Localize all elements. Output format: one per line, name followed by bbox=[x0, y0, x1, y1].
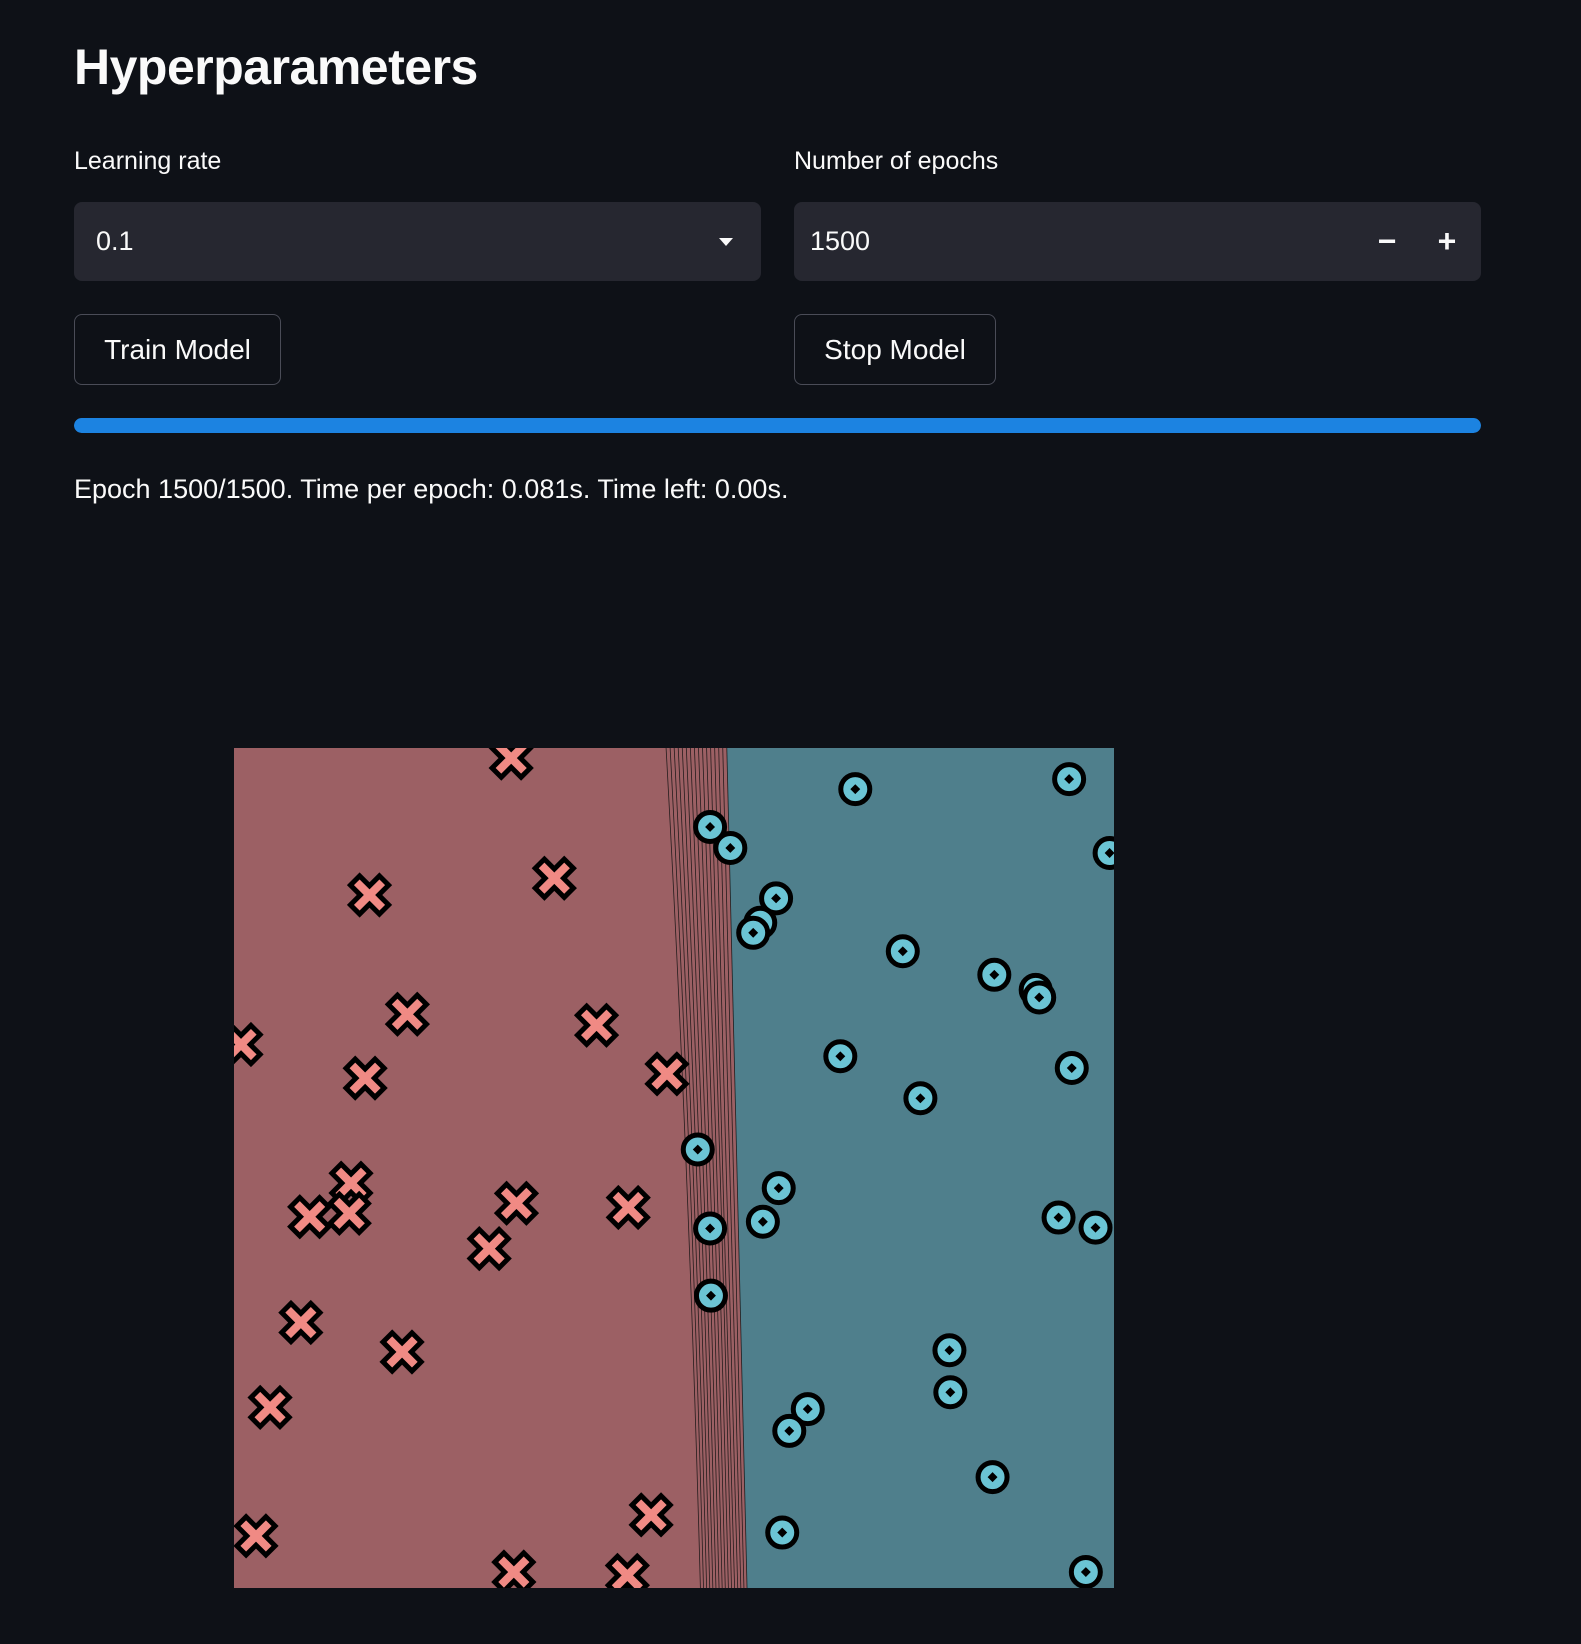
learning-rate-select[interactable]: 0.1 bbox=[74, 202, 761, 281]
learning-rate-value: 0.1 bbox=[96, 226, 134, 256]
progress-fill bbox=[74, 418, 1481, 433]
train-model-button[interactable]: Train Model bbox=[74, 314, 281, 385]
learning-rate-label: Learning rate bbox=[74, 147, 222, 175]
progress-bar bbox=[74, 418, 1481, 433]
region-class-0 bbox=[234, 748, 748, 1588]
stop-model-button[interactable]: Stop Model bbox=[794, 314, 996, 385]
page-title: Hyperparameters bbox=[74, 39, 478, 95]
increment-button[interactable]: + bbox=[1417, 202, 1477, 281]
training-status-text: Epoch 1500/1500. Time per epoch: 0.081s.… bbox=[74, 474, 789, 504]
epochs-number-input[interactable]: 1500 − + bbox=[794, 202, 1481, 281]
decrement-button[interactable]: − bbox=[1357, 202, 1417, 281]
epochs-value[interactable]: 1500 bbox=[794, 226, 1357, 257]
chevron-down-icon[interactable] bbox=[719, 237, 733, 246]
decision-boundary-plot bbox=[234, 748, 1114, 1588]
epochs-label: Number of epochs bbox=[794, 147, 999, 175]
